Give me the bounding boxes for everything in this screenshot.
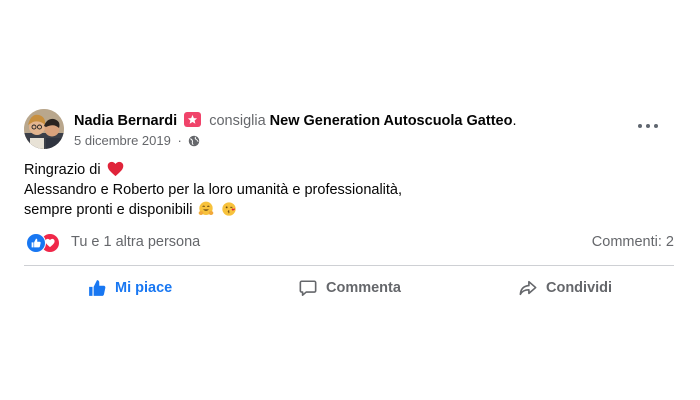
post-title-line: Nadia Bernardi consiglia New Generation … (74, 112, 516, 129)
more-options-button[interactable] (636, 118, 660, 134)
post-header: Nadia Bernardi consiglia New Generation … (24, 106, 674, 152)
post-line-1: Ringrazio di (24, 160, 674, 180)
reactions-bar: Tu e 1 altra persona Commenti: 2 (24, 231, 674, 255)
comment-bubble-icon (299, 280, 317, 297)
avatar[interactable] (24, 109, 64, 149)
like-reaction-icon (26, 233, 46, 253)
like-button[interactable]: Mi piace (88, 274, 172, 302)
post-line-2: Alessandro e Roberto per la loro umanità… (24, 182, 403, 198)
comment-button[interactable]: Commenta (299, 274, 401, 302)
share-arrow-icon (519, 280, 537, 296)
post-line-3: sempre pronti e disponibili (24, 200, 674, 220)
author-name[interactable]: Nadia Bernardi (74, 113, 177, 129)
hugging-face-icon (199, 201, 214, 215)
recommend-verb: consiglia (209, 113, 266, 129)
red-heart-icon (107, 161, 123, 177)
meta-separator: · (177, 133, 182, 148)
post-text-3: sempre pronti e disponibili (24, 202, 193, 218)
title-period: . (512, 113, 517, 129)
post-text-1: Ringrazio di (24, 162, 101, 178)
post-body: Ringrazio di Alessandro e Roberto per la… (24, 160, 674, 220)
comments-count[interactable]: Commenti: 2 (592, 234, 674, 250)
post-date[interactable]: 5 dicembre 2019 (74, 133, 171, 148)
page-name[interactable]: New Generation Autoscuola Gatteo (270, 113, 513, 129)
action-bar: Mi piace Commenta Condividi (24, 266, 674, 308)
thumbs-up-icon (89, 280, 106, 296)
recommend-star-icon (184, 112, 202, 127)
share-button[interactable]: Condividi (519, 274, 612, 302)
kissing-face-icon (221, 202, 236, 216)
share-label: Condividi (546, 280, 613, 296)
reaction-icons[interactable] (26, 233, 66, 253)
like-label: Mi piace (115, 280, 173, 296)
post-card: Nadia Bernardi consiglia New Generation … (24, 106, 674, 308)
reactions-summary[interactable]: Tu e 1 altra persona (71, 234, 200, 250)
globe-icon (189, 135, 200, 147)
post-meta: 5 dicembre 2019 · (74, 133, 200, 148)
comment-label: Commenta (326, 280, 401, 296)
